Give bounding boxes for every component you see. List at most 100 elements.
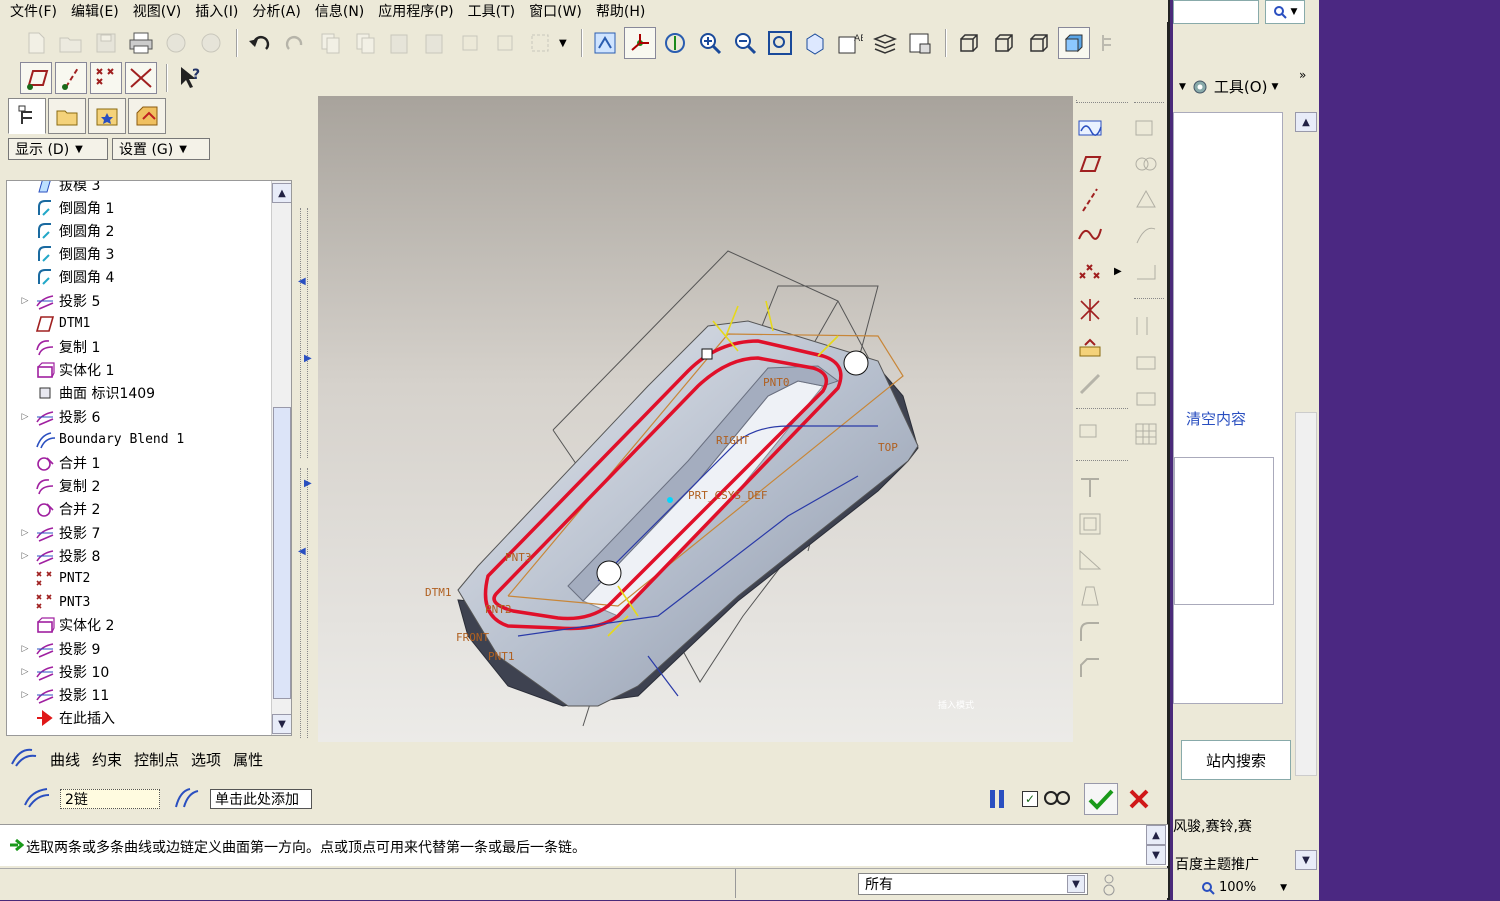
datum-plane-display-icon[interactable] xyxy=(20,62,52,94)
browser-search-input[interactable] xyxy=(1173,0,1259,24)
mirror-tool-icon[interactable] xyxy=(1130,112,1162,144)
expand-arrow-icon[interactable]: ▷ xyxy=(19,551,31,561)
tab-properties[interactable]: 属性 xyxy=(233,749,263,770)
select-box-icon[interactable] xyxy=(524,27,556,59)
toolbar-overflow-icon[interactable]: » xyxy=(1299,68,1306,82)
tree-item[interactable]: ▷ 投影 9 xyxy=(19,637,101,660)
tree-item[interactable]: ▷ 投影 10 xyxy=(19,660,110,683)
datum-label-pnt2[interactable]: PNT2 xyxy=(485,603,512,616)
regen-manager-icon[interactable] xyxy=(489,27,521,59)
csys-tool-icon[interactable] xyxy=(1074,294,1106,326)
open-folder-icon[interactable] xyxy=(55,27,87,59)
scroll-down-icon[interactable]: ▼ xyxy=(1295,850,1317,870)
new-file-icon[interactable] xyxy=(20,27,52,59)
tree-item[interactable]: ▷ 投影 5 xyxy=(19,289,101,312)
model-graphics[interactable]: PNT0 RIGHT TOP PRT_CSYS_DEF PNT3 DTM1 PN… xyxy=(318,96,1073,742)
tree-item[interactable]: 合并 1 xyxy=(19,451,100,474)
intersect-tool-icon[interactable] xyxy=(1130,220,1162,252)
cut-icon[interactable] xyxy=(314,27,346,59)
spin-center-icon[interactable] xyxy=(623,27,656,59)
wireframe-icon[interactable] xyxy=(953,27,985,59)
shading-icon[interactable] xyxy=(1057,27,1090,59)
model-tree-tab[interactable] xyxy=(8,98,46,134)
expand-arrow-icon[interactable]: ▷ xyxy=(19,667,31,677)
scroll-thumb[interactable] xyxy=(1295,412,1317,776)
tree-item[interactable]: PNT2 xyxy=(19,567,90,590)
zoom-control[interactable]: 100% ▼ xyxy=(1201,880,1287,895)
collapse-left-icon[interactable]: ◀ xyxy=(298,546,306,557)
first-direction-collector[interactable]: 2链 xyxy=(60,789,160,809)
expand-right-icon[interactable]: ▶ xyxy=(304,478,312,489)
tab-control-points[interactable]: 控制点 xyxy=(134,749,179,770)
menu-view[interactable]: 视图(V) xyxy=(133,1,182,21)
preview-glasses-icon[interactable] xyxy=(1042,788,1072,810)
round-icon[interactable] xyxy=(1074,616,1106,648)
solidify-tool-icon[interactable] xyxy=(1130,382,1162,414)
hidden-line-icon[interactable] xyxy=(988,27,1020,59)
hole-icon[interactable] xyxy=(1074,472,1106,504)
expand-arrow-icon[interactable]: ▷ xyxy=(19,412,31,422)
connections-tab[interactable] xyxy=(128,98,166,134)
tree-item[interactable]: 复制 2 xyxy=(19,475,100,498)
analysis-feature-icon[interactable] xyxy=(1074,330,1106,362)
layers-icon[interactable] xyxy=(869,27,901,59)
chevron-down-icon[interactable]: ▼ xyxy=(1067,875,1085,893)
collapse-left-icon[interactable]: ◀ xyxy=(298,276,306,287)
splitter-grip[interactable] xyxy=(300,468,308,738)
regenerate-icon[interactable] xyxy=(454,27,486,59)
scroll-up-icon[interactable]: ▲ xyxy=(272,183,291,203)
saved-views-icon[interactable]: AB xyxy=(834,27,866,59)
datum-label-pnt0[interactable]: PNT0 xyxy=(763,376,790,389)
datum-axis-tool-icon[interactable] xyxy=(1074,184,1106,216)
tree-item[interactable]: 倒圆角 3 xyxy=(19,243,114,266)
expand-right-icon[interactable]: ▶ xyxy=(304,353,312,364)
expand-arrow-icon[interactable]: ▷ xyxy=(19,296,31,306)
offset-tool-icon[interactable] xyxy=(1130,310,1162,342)
paste-special-icon[interactable] xyxy=(419,27,451,59)
coordinate-system-display-icon[interactable] xyxy=(125,62,157,94)
extend-tool-icon[interactable] xyxy=(1130,256,1162,288)
rib-icon[interactable] xyxy=(1074,544,1106,576)
send-link-icon[interactable] xyxy=(195,27,227,59)
menu-insert[interactable]: 插入(I) xyxy=(195,1,238,21)
settings-dropdown[interactable]: 设置 (G) ▼ xyxy=(112,138,210,160)
print-icon[interactable] xyxy=(125,27,157,59)
tab-constraints[interactable]: 约束 xyxy=(92,749,122,770)
model-tree-toggle-icon[interactable] xyxy=(1093,27,1125,59)
tree-item[interactable]: 实体化 2 xyxy=(19,614,114,637)
tree-item[interactable]: ▷ 投影 8 xyxy=(19,544,101,567)
flyout-arrow-icon[interactable]: ▶ xyxy=(1114,266,1122,277)
pause-icon[interactable] xyxy=(990,790,1008,808)
datum-label-pnt3[interactable]: PNT3 xyxy=(505,551,532,564)
expand-arrow-icon[interactable]: ▷ xyxy=(19,644,31,654)
context-help-icon[interactable]: ? xyxy=(174,62,206,94)
graphics-viewport[interactable]: PNT0 RIGHT TOP PRT_CSYS_DEF PNT3 DTM1 PN… xyxy=(318,96,1073,742)
redo-icon[interactable] xyxy=(279,27,311,59)
tab-options[interactable]: 选项 xyxy=(191,749,221,770)
pattern-tool-icon[interactable] xyxy=(1130,418,1162,450)
extrude-icon[interactable] xyxy=(1074,416,1106,448)
menu-help[interactable]: 帮助(H) xyxy=(596,1,645,21)
udf-tool-icon[interactable] xyxy=(1074,368,1106,400)
show-dropdown[interactable]: 显示 (D) ▼ xyxy=(8,138,108,160)
expand-arrow-icon[interactable]: ▷ xyxy=(19,528,31,538)
zoom-in-icon[interactable] xyxy=(694,27,726,59)
datum-axis-display-icon[interactable] xyxy=(55,62,87,94)
datum-point-tool-icon[interactable] xyxy=(1074,256,1106,288)
side-text-2[interactable]: 百度主题推广 xyxy=(1175,854,1259,874)
menu-file[interactable]: 文件(F) xyxy=(10,1,57,21)
reorient-icon[interactable] xyxy=(799,27,831,59)
datum-label-dtm1[interactable]: DTM1 xyxy=(425,586,452,599)
scroll-down-icon[interactable]: ▼ xyxy=(272,714,291,734)
save-icon[interactable] xyxy=(90,27,122,59)
tree-item[interactable]: 倒圆角 4 xyxy=(19,266,114,289)
tree-item[interactable]: Boundary Blend 1 xyxy=(19,428,184,451)
menu-window[interactable]: 窗口(W) xyxy=(529,1,582,21)
scroll-thumb[interactable] xyxy=(273,407,291,699)
datum-label-right[interactable]: RIGHT xyxy=(716,434,749,447)
tree-item[interactable]: 拔模 3 xyxy=(19,181,100,196)
message-scroll-up-icon[interactable]: ▲ xyxy=(1146,825,1166,845)
site-search-button[interactable]: 站内搜索 xyxy=(1181,740,1291,780)
tools-menu[interactable]: ▼ 工具(O) ▼ xyxy=(1179,76,1278,97)
datum-plane-tool-icon[interactable] xyxy=(1074,148,1106,180)
